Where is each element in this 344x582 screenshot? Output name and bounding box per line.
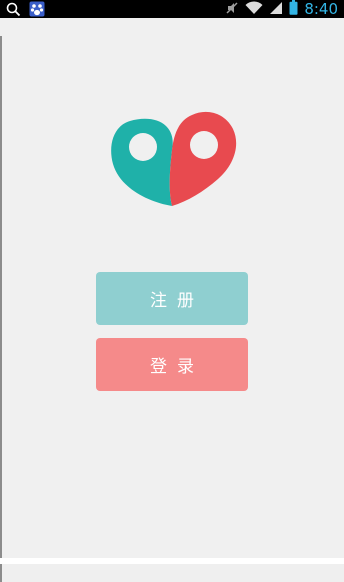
status-time: 8:40 bbox=[304, 0, 338, 18]
status-bar-right: 8:40 bbox=[225, 0, 338, 18]
signal-icon bbox=[269, 0, 283, 19]
register-button[interactable]: 注册 bbox=[96, 272, 248, 325]
mute-icon bbox=[225, 0, 239, 19]
logo-left-pin bbox=[111, 118, 173, 206]
app-logo-icon bbox=[111, 111, 237, 206]
login-button[interactable]: 登录 bbox=[96, 338, 248, 391]
wifi-icon bbox=[245, 0, 263, 19]
screen-edge bbox=[0, 36, 2, 582]
welcome-screen: 注册 登录 bbox=[0, 18, 344, 582]
battery-icon bbox=[289, 0, 298, 19]
logo-left-pin-hole bbox=[129, 133, 157, 161]
status-bar: 8:40 bbox=[0, 0, 344, 18]
bottom-edge bbox=[0, 558, 344, 564]
logo-right-pin-hole bbox=[190, 131, 218, 159]
